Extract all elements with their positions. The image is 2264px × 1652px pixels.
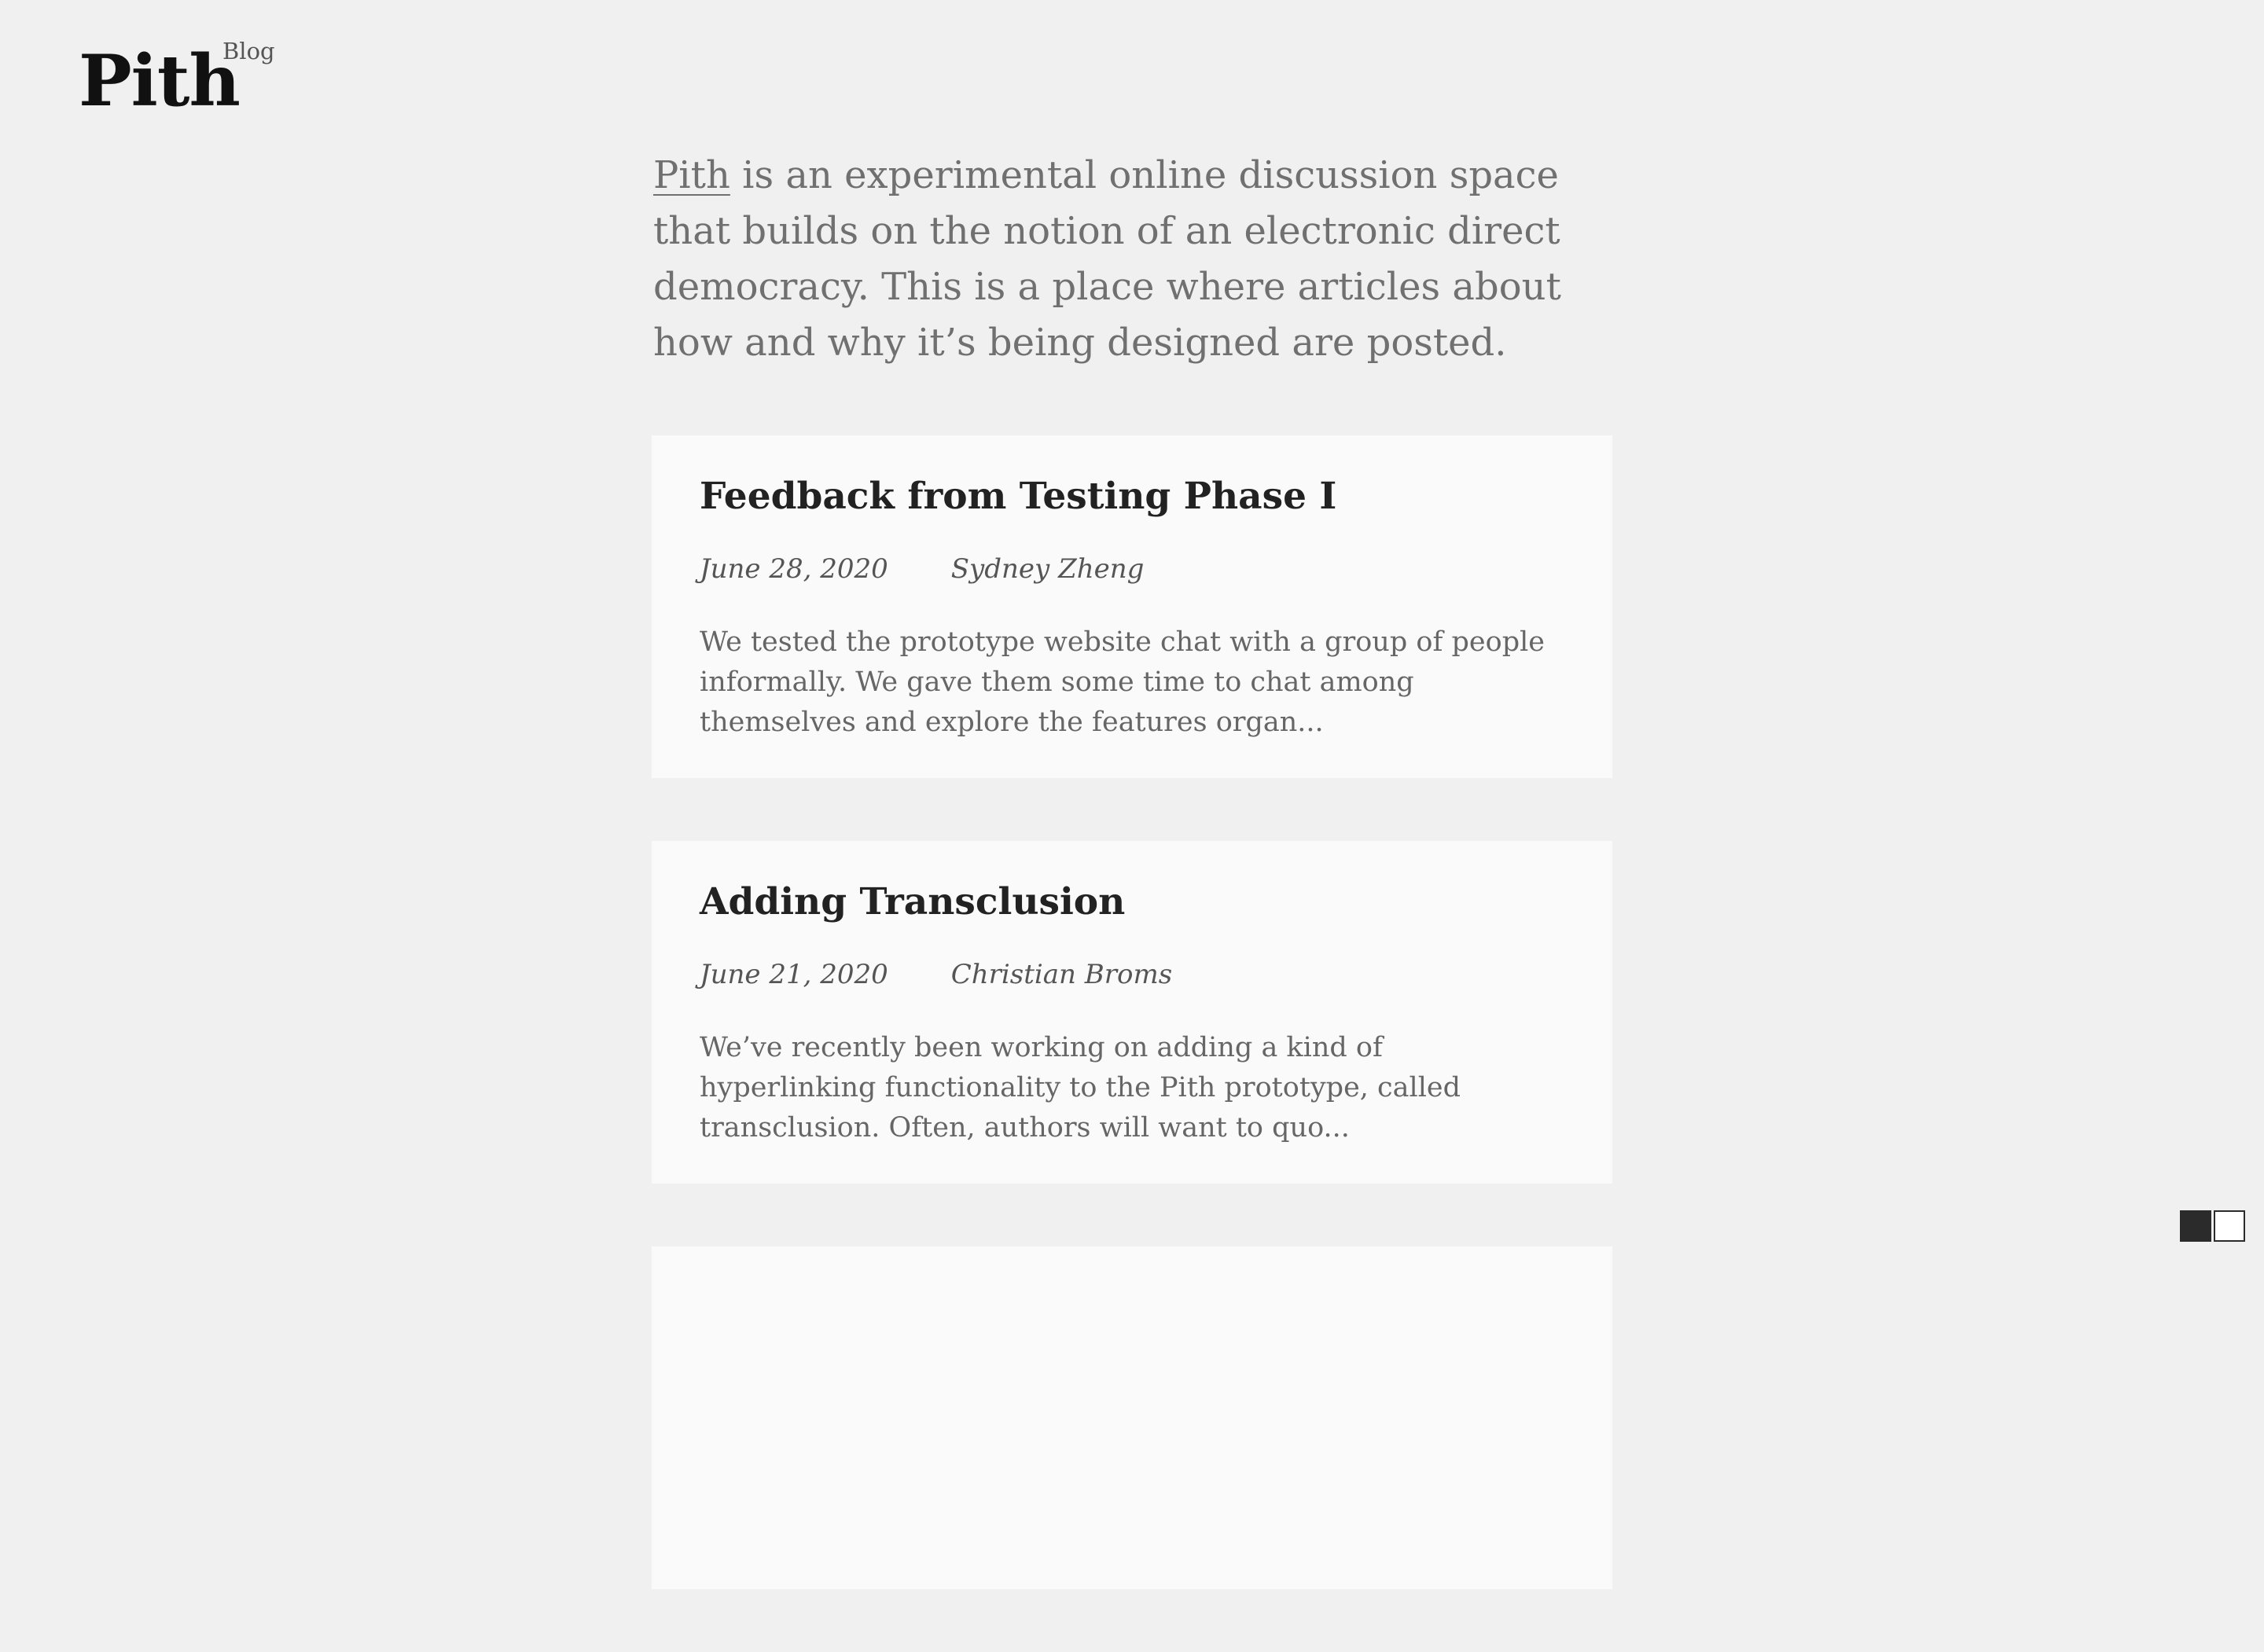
logo-subtitle: Blog <box>222 38 275 64</box>
post-card-partial[interactable] <box>652 1246 1612 1589</box>
post-card[interactable]: Adding Transclusion June 21, 2020 Christ… <box>652 841 1612 1184</box>
post-title[interactable]: Feedback from Testing Phase I <box>700 473 1564 520</box>
post-excerpt: We’ve recently been working on adding a … <box>700 1032 1461 1144</box>
theme-toggle <box>2180 1210 2245 1242</box>
intro-text: is an experimental online discussion spa… <box>653 153 1561 365</box>
post-date: June 21, 2020 <box>700 959 888 990</box>
pith-link[interactable]: Pith <box>653 153 730 197</box>
post-title[interactable]: Adding Transclusion <box>700 879 1564 926</box>
post-list: Feedback from Testing Phase I June 28, 2… <box>652 435 1612 1589</box>
dark-theme-button[interactable] <box>2180 1210 2211 1242</box>
post-meta: June 28, 2020 Sydney Zheng <box>700 553 1564 585</box>
intro-paragraph: Pith is an experimental online discussio… <box>652 148 1614 371</box>
post-author: Sydney Zheng <box>950 553 1145 585</box>
post-meta: June 21, 2020 Christian Broms <box>700 959 1564 990</box>
post-date: June 28, 2020 <box>700 553 888 585</box>
post-card[interactable]: Feedback from Testing Phase I June 28, 2… <box>652 435 1612 778</box>
post-excerpt: We tested the prototype website chat wit… <box>700 626 1545 738</box>
light-theme-button[interactable] <box>2214 1210 2245 1242</box>
main-content: Pith is an experimental online discussio… <box>652 148 1612 1652</box>
post-author: Christian Broms <box>950 959 1173 990</box>
logo-text: Pith <box>79 39 241 123</box>
